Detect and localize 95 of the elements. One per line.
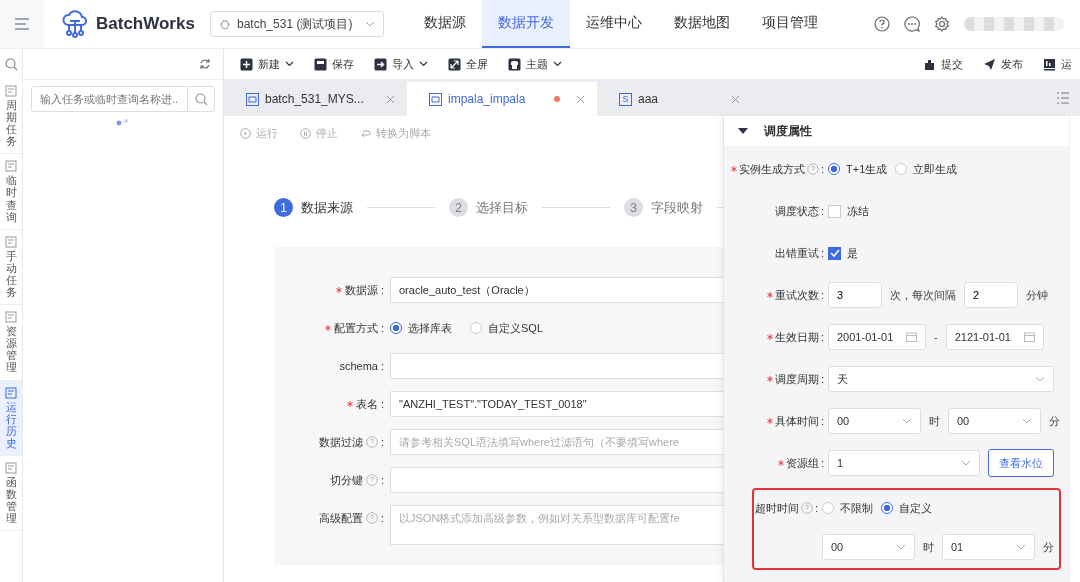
field-label: 高级配置 bbox=[318, 510, 363, 526]
input-field[interactable]: "ANZHI_TEST"."TODAY_TEST_0018" bbox=[390, 391, 723, 417]
project-select[interactable]: batch_531 (测试项目) bbox=[210, 11, 384, 37]
label-colon: : bbox=[820, 247, 824, 259]
label-colon: : bbox=[820, 415, 824, 427]
field-label: 表名 bbox=[355, 396, 378, 412]
field-label: 数据源 bbox=[344, 282, 378, 298]
toolbar-button[interactable]: 发布 bbox=[975, 56, 1031, 72]
toolbar-button[interactable]: 新建 bbox=[232, 56, 302, 72]
nav-tab[interactable]: 数据源 bbox=[408, 0, 482, 48]
field-label: 实例生成方式 bbox=[738, 161, 805, 177]
number-field[interactable]: 2 bbox=[964, 282, 1018, 308]
nav-tab[interactable]: 项目管理 bbox=[746, 0, 834, 48]
number-field[interactable]: 3 bbox=[828, 282, 882, 308]
file-tab[interactable]: S aaa bbox=[597, 82, 752, 116]
field-label: schema bbox=[339, 360, 378, 372]
radio-option[interactable]: 立即生成 bbox=[895, 161, 958, 177]
radio-option[interactable]: 选择库表 bbox=[390, 320, 452, 336]
toolbar-button[interactable]: 保存 bbox=[306, 56, 362, 72]
sidebar-tab[interactable]: 周期任务 bbox=[0, 79, 22, 155]
date-field[interactable]: 2001-01-01 bbox=[828, 324, 926, 350]
select-field[interactable]: 1 bbox=[828, 450, 980, 476]
file-tab[interactable]: impala_impala bbox=[407, 82, 597, 116]
label-colon: : bbox=[814, 502, 818, 514]
toolbar-button[interactable]: 运 bbox=[1035, 56, 1080, 72]
input-field[interactable]: 请参考相关SQL语法填写where过滤语句（不要填写where bbox=[390, 429, 723, 455]
step-number: 1 bbox=[274, 198, 293, 217]
step-number: 3 bbox=[624, 198, 643, 217]
input-field[interactable]: oracle_auto_test（Oracle） bbox=[390, 277, 723, 303]
label-colon: : bbox=[820, 205, 824, 217]
label-colon: : bbox=[380, 398, 384, 410]
label-colon: : bbox=[820, 163, 824, 175]
label-colon: : bbox=[820, 289, 824, 301]
radio-option[interactable]: 自定义SQL bbox=[470, 320, 543, 336]
date-field[interactable]: 2121-01-01 bbox=[945, 324, 1044, 350]
field-label: 配置方式 bbox=[333, 320, 378, 336]
text-area[interactable]: 以JSON格式添加高级参数，例如对关系型数据库可配置fe bbox=[390, 505, 723, 545]
nav-tab[interactable]: 运维中心 bbox=[570, 0, 658, 48]
sidebar-tab[interactable]: 资源管理 bbox=[0, 305, 22, 381]
label-colon: : bbox=[380, 360, 384, 372]
label-colon: : bbox=[380, 436, 384, 448]
unit-label: 分 bbox=[1049, 413, 1060, 429]
step-label: 选择目标 bbox=[476, 198, 528, 217]
step-label: 字段映射 bbox=[651, 198, 703, 217]
unit-label: - bbox=[934, 331, 938, 343]
toolbar-button[interactable]: 导入 bbox=[366, 56, 436, 72]
section-header[interactable]: 调度属性 bbox=[724, 116, 1069, 146]
field-label: 资源组 bbox=[785, 455, 819, 471]
label-colon: : bbox=[380, 512, 384, 524]
brand-name: BatchWorks bbox=[96, 14, 195, 34]
field-label: 数据过滤 bbox=[318, 434, 363, 450]
sidebar-tab[interactable]: 函数管理 bbox=[0, 455, 22, 532]
field-label: 超时时间 bbox=[754, 500, 799, 516]
radio-option[interactable]: 不限制 bbox=[822, 500, 873, 516]
toolbar-button[interactable]: 主题 bbox=[500, 56, 570, 72]
label-colon: : bbox=[380, 474, 384, 486]
view-button[interactable]: 查看水位 bbox=[988, 449, 1054, 477]
radio-option[interactable]: T+1生成 bbox=[828, 161, 888, 177]
field-label: 具体时间 bbox=[774, 413, 819, 429]
nav-tab[interactable]: 数据开发 bbox=[482, 0, 570, 48]
sidebar-tab[interactable]: 手动任务 bbox=[0, 229, 22, 306]
sidebar-tab[interactable]: 运行历史 bbox=[0, 380, 22, 456]
radio-option[interactable]: 自定义 bbox=[881, 500, 932, 516]
sidebar-tab[interactable]: 临时查询 bbox=[0, 154, 22, 230]
unit-label: 时 bbox=[923, 539, 934, 555]
checkbox-option[interactable]: 冻结 bbox=[828, 203, 869, 219]
field-label: 切分键 bbox=[329, 472, 363, 488]
checkbox-option[interactable]: 是 bbox=[828, 245, 858, 261]
step-label: 数据来源 bbox=[301, 198, 353, 217]
toolbar-button[interactable]: 提交 bbox=[915, 56, 971, 72]
select-field[interactable]: 00 bbox=[948, 408, 1041, 434]
label-colon: : bbox=[820, 373, 824, 385]
select-field[interactable]: 00 bbox=[822, 534, 915, 560]
field-label: 调度状态 bbox=[774, 203, 819, 219]
select-field[interactable]: 天 bbox=[828, 366, 1054, 392]
unit-label: 时 bbox=[929, 413, 940, 429]
toolbar-button[interactable]: 全屏 bbox=[440, 56, 496, 72]
step-number: 2 bbox=[449, 198, 468, 217]
field-label: 重试次数 bbox=[774, 287, 819, 303]
file-tab[interactable]: batch_531_MYS... bbox=[224, 82, 407, 116]
select-field[interactable]: 00 bbox=[828, 408, 921, 434]
search-field[interactable]: 输入任务或临时查询名称进... bbox=[31, 86, 187, 112]
label-colon: : bbox=[820, 457, 824, 469]
select-field[interactable]: 01 bbox=[942, 534, 1035, 560]
script-icon: S bbox=[619, 92, 632, 106]
label-colon: : bbox=[380, 322, 384, 334]
unit-label: 分钟 bbox=[1026, 287, 1048, 303]
unit-label: 分 bbox=[1043, 539, 1054, 555]
field-label: 生效日期 bbox=[774, 329, 819, 345]
label-colon: : bbox=[380, 284, 384, 296]
field-label: 调度周期 bbox=[774, 371, 819, 387]
unit-label: 次，每次间隔 bbox=[890, 287, 956, 303]
field-label: 出错重试 bbox=[774, 245, 819, 261]
nav-tab[interactable]: 数据地图 bbox=[658, 0, 746, 48]
label-colon: : bbox=[820, 331, 824, 343]
